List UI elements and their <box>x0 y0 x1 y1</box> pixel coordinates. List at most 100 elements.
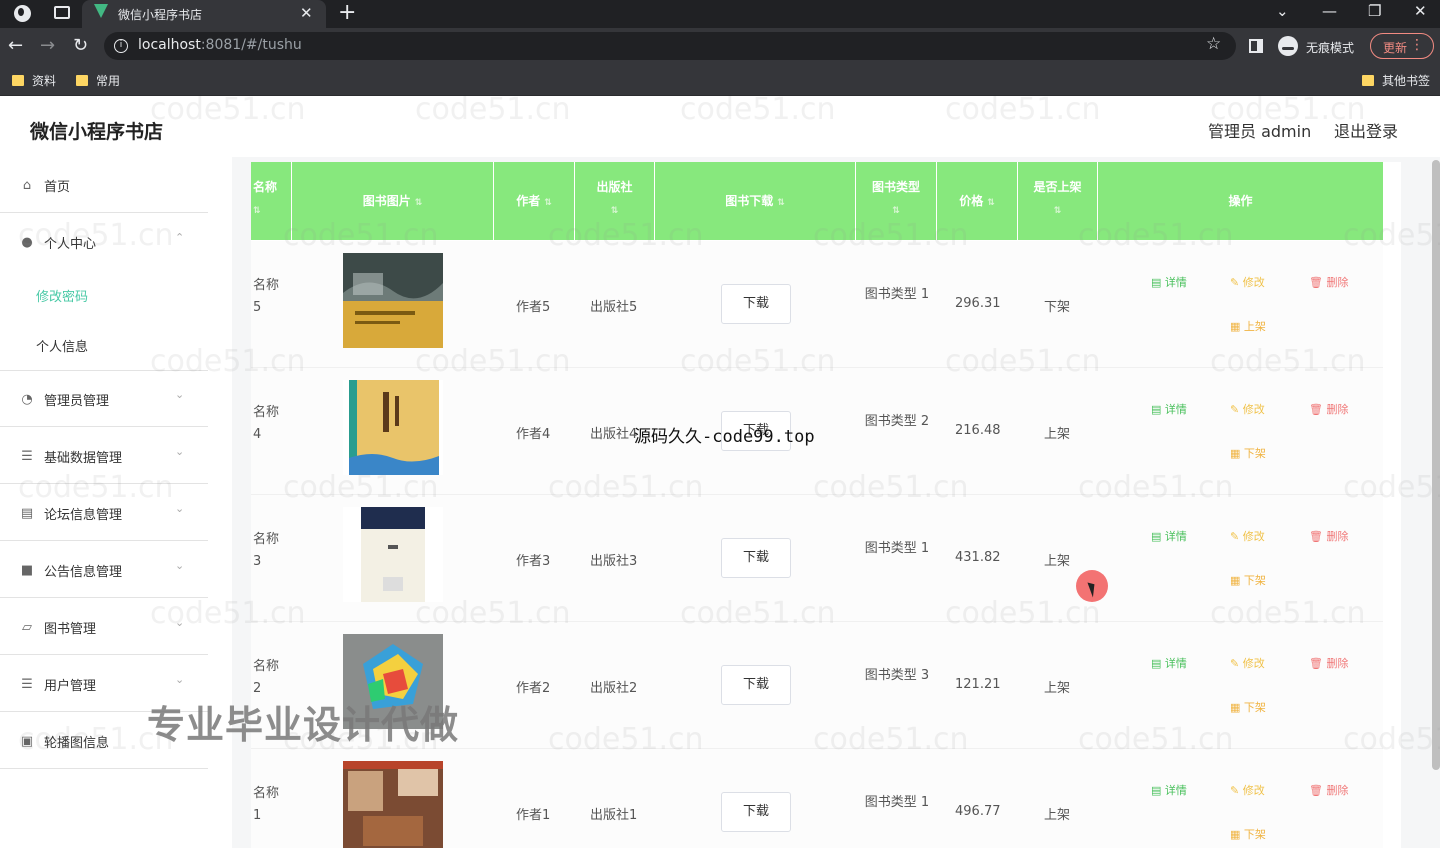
bookmark-folder-changyong[interactable]: 常用 <box>76 72 120 89</box>
chevron-down-icon: ⌄ <box>175 502 185 515</box>
detail-button[interactable]: ▤ 详情 <box>1151 782 1187 798</box>
sort-icon: ⇅ <box>987 198 995 208</box>
chevron-down-icon: ⌄ <box>175 673 185 686</box>
detail-button[interactable]: ▤ 详情 <box>1151 401 1187 417</box>
browser-tab[interactable]: 微信小程序书店 ✕ <box>82 0 326 28</box>
th-price[interactable]: 价格 ⇅ <box>937 162 1018 240</box>
shelf-toggle-button[interactable]: ▦ 下架 <box>1230 699 1266 715</box>
delete-button[interactable]: 🗑 删除 <box>1309 274 1348 290</box>
shelf-toggle-button[interactable]: ▦ 下架 <box>1230 826 1266 842</box>
cell-publisher: 出版社4 <box>590 427 638 442</box>
shelf-icon: ▦ <box>1230 574 1241 587</box>
app-brand: 微信小程序书店 <box>30 121 164 143</box>
back-icon[interactable]: ← <box>8 35 23 56</box>
sidebar-item-books[interactable]: ▱ 图书管理 ⌄ <box>0 599 208 655</box>
cell-author: 作者1 <box>516 808 551 823</box>
update-button[interactable]: 更新 ⋮ <box>1370 33 1434 59</box>
minimize-icon[interactable]: — <box>1322 2 1337 20</box>
sidebar-item-base-data[interactable]: ☰ 基础数据管理 ⌄ <box>0 428 208 484</box>
sidebar-item-label: 图书管理 <box>44 622 97 637</box>
site-info-icon[interactable]: i <box>114 39 128 53</box>
cell-author: 作者4 <box>516 427 551 442</box>
sidebar-item-admin-management[interactable]: ◔ 管理员管理 ⌄ <box>0 371 208 427</box>
edit-button[interactable]: ✎ 修改 <box>1230 274 1265 290</box>
edit-button[interactable]: ✎ 修改 <box>1230 401 1265 417</box>
trash-icon: 🗑 <box>1309 784 1323 797</box>
detail-button[interactable]: ▤ 详情 <box>1151 655 1187 671</box>
download-button[interactable]: 下载 <box>721 792 791 832</box>
users-icon: ☰ <box>21 677 33 692</box>
sidebar-item-forum[interactable]: ▤ 论坛信息管理 ⌄ <box>0 485 208 541</box>
shelf-toggle-button[interactable]: ▦ 上架 <box>1230 318 1266 334</box>
sidebar-item-users[interactable]: ☰ 用户管理 ⌄ <box>0 656 208 712</box>
download-button[interactable]: 下载 <box>721 665 791 705</box>
sidebar-subitem-profile-info[interactable]: 个人信息 <box>0 320 208 371</box>
other-bookmarks[interactable]: 其他书签 <box>1362 72 1430 89</box>
cell-publisher: 出版社3 <box>590 554 638 569</box>
sort-icon: ⇅ <box>610 206 619 216</box>
delete-button[interactable]: 🗑 删除 <box>1309 655 1348 671</box>
window-icon[interactable] <box>54 6 70 19</box>
sort-icon: ⇅ <box>544 198 552 208</box>
sort-icon: ⇅ <box>414 198 423 208</box>
download-button[interactable]: 下载 <box>721 538 791 578</box>
detail-icon: ▤ <box>1151 657 1162 670</box>
page-scrollbar[interactable] <box>1432 160 1440 770</box>
table-row: 名称 5 作者5 出版社5 下载 图书类型 1 296.31 下架 ▤ 详情 ✎ 修改 🗑 删除 ▦… <box>251 241 1383 368</box>
sidebar-item-carousel[interactable]: ▣ 轮播图信息 <box>0 713 208 769</box>
tab-list-icon[interactable]: ⌄ <box>1276 2 1289 20</box>
shelf-icon: ▦ <box>1230 320 1241 333</box>
delete-button[interactable]: 🗑 删除 <box>1309 528 1348 544</box>
detail-button[interactable]: ▤ 详情 <box>1151 528 1187 544</box>
sidebar-item-label: 公告信息管理 <box>44 565 123 580</box>
th-publisher[interactable]: 出版社 ⇅ <box>575 162 655 240</box>
edit-button[interactable]: ✎ 修改 <box>1230 528 1265 544</box>
sidebar-item-home[interactable]: ⌂ 首页 <box>0 157 208 213</box>
trash-icon: 🗑 <box>1309 276 1323 289</box>
sidebar-subitem-change-password[interactable]: 修改密码 <box>0 270 208 320</box>
cell-name: 名称 1 <box>253 786 280 823</box>
new-tab-button[interactable]: + <box>338 0 356 25</box>
book-cover-image <box>343 380 443 475</box>
side-panel-icon[interactable] <box>1249 39 1263 53</box>
logout-link[interactable]: 退出登录 <box>1334 118 1398 142</box>
edit-button[interactable]: ✎ 修改 <box>1230 655 1265 671</box>
edit-button[interactable]: ✎ 修改 <box>1230 782 1265 798</box>
tab-close-icon[interactable]: ✕ <box>300 4 313 22</box>
close-window-icon[interactable]: ✕ <box>1414 2 1427 20</box>
download-button[interactable]: 下载 <box>721 284 791 324</box>
cell-price: 496.77 <box>955 804 1001 819</box>
edit-icon: ✎ <box>1230 784 1240 797</box>
th-download[interactable]: 图书下载 ⇅ <box>655 162 856 240</box>
notice-icon: ■ <box>20 563 34 578</box>
delete-button[interactable]: 🗑 删除 <box>1309 401 1348 417</box>
download-button[interactable]: 下载 <box>721 411 791 451</box>
book-icon: ▱ <box>22 620 32 635</box>
bookmark-folder-ziliao[interactable]: 资料 <box>12 72 56 89</box>
shelf-icon: ▦ <box>1230 701 1241 714</box>
sidebar-item-label: 论坛信息管理 <box>44 508 123 523</box>
th-name[interactable]: 名称 ⇅ <box>251 162 292 240</box>
th-author[interactable]: 作者 ⇅ <box>494 162 575 240</box>
th-on-shelf[interactable]: 是否上架 ⇅ <box>1018 162 1098 240</box>
sidebar-item-profile[interactable]: ● 个人中心 ⌃ <box>0 214 208 270</box>
detail-button[interactable]: ▤ 详情 <box>1151 274 1187 290</box>
shelf-toggle-button[interactable]: ▦ 下架 <box>1230 572 1266 588</box>
chevron-down-icon: ⌄ <box>175 616 185 629</box>
th-image[interactable]: 图书图片 ⇅ <box>292 162 494 240</box>
cell-publisher: 出版社2 <box>590 681 638 696</box>
cell-price: 121.21 <box>955 677 1001 692</box>
reload-icon[interactable]: ↻ <box>73 35 88 56</box>
cell-price: 431.82 <box>955 550 1001 565</box>
app-header: 微信小程序书店 管理员 admin 退出登录 <box>0 97 1440 157</box>
globe-icon[interactable] <box>14 5 31 22</box>
delete-button[interactable]: 🗑 删除 <box>1309 782 1348 798</box>
sidebar-item-notice[interactable]: ■ 公告信息管理 ⌄ <box>0 542 208 598</box>
shelf-toggle-button[interactable]: ▦ 下架 <box>1230 445 1266 461</box>
bookmark-star-icon[interactable]: ☆ <box>1206 34 1221 54</box>
forward-icon[interactable]: → <box>40 35 55 56</box>
cell-price: 296.31 <box>955 296 1001 311</box>
url-field[interactable]: i localhost:8081/#/tushu ☆ <box>104 32 1236 60</box>
restore-icon[interactable]: ❐ <box>1368 2 1381 20</box>
th-type[interactable]: 图书类型 ⇅ <box>856 162 937 240</box>
